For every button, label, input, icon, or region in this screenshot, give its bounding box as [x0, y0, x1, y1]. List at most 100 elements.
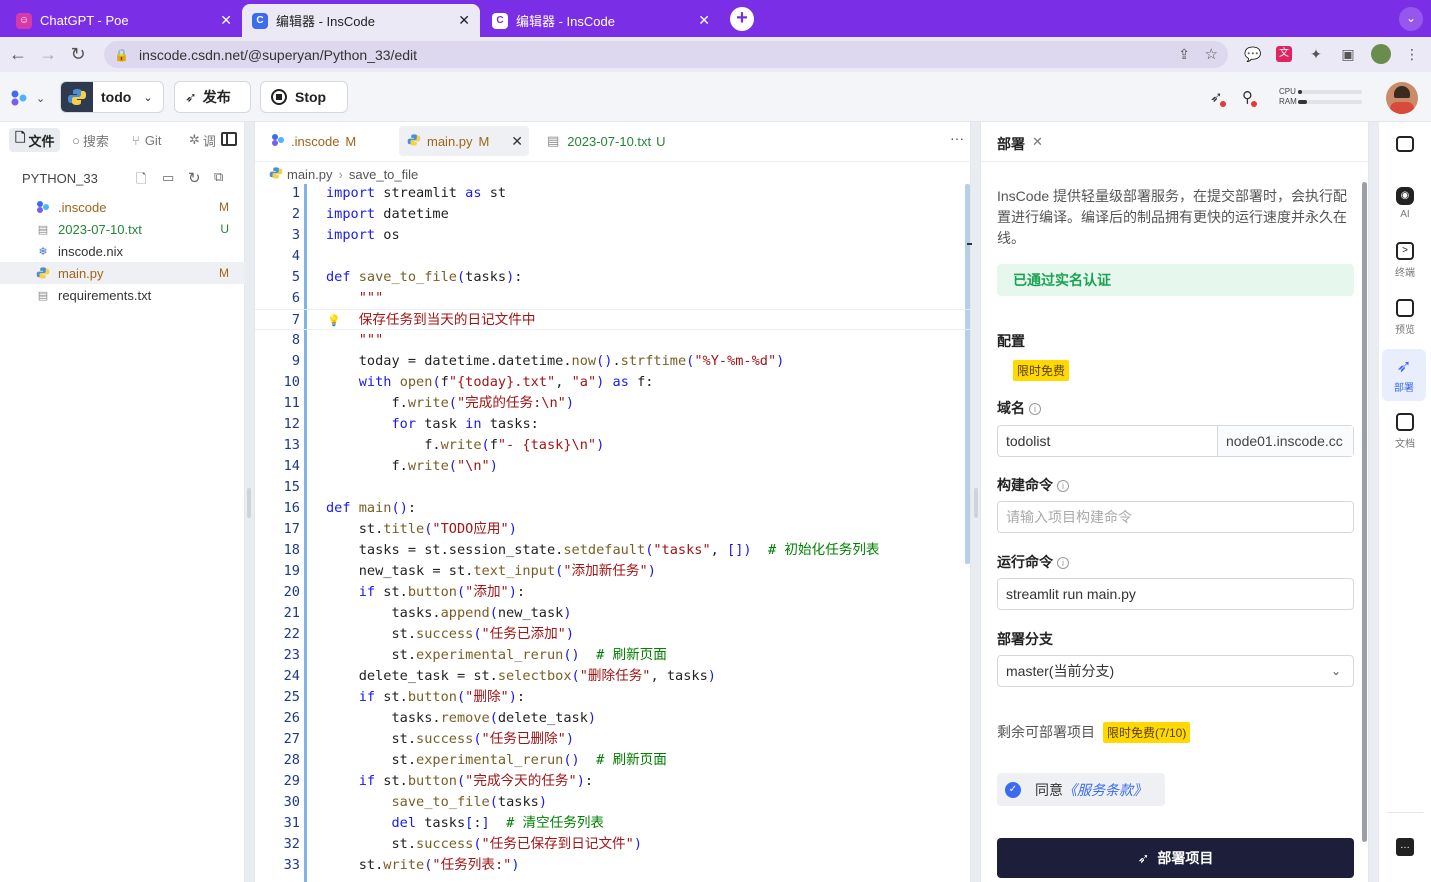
- code-line[interactable]: 2 import datetime: [255, 204, 972, 225]
- file-item-main-py[interactable]: main.py M: [0, 262, 245, 284]
- sidebar-item-terminal[interactable]: > 终端: [1379, 236, 1431, 284]
- code-line[interactable]: 18 tasks = st.session_state.setdefault("…: [255, 540, 972, 561]
- code-line[interactable]: 6 """: [255, 288, 972, 309]
- deploy-project-button[interactable]: ➶ 部署项目: [997, 838, 1354, 878]
- new-file-icon[interactable]: 🗋: [136, 170, 146, 192]
- sidebar-item-ai[interactable]: ◉ AI: [1379, 179, 1431, 227]
- code-line[interactable]: 30 save_to_file(tasks): [255, 792, 972, 813]
- info-icon[interactable]: i: [1057, 557, 1069, 570]
- sidebar-item-docs[interactable]: 文档: [1379, 407, 1431, 455]
- code-line[interactable]: 21 tasks.append(new_task): [255, 603, 972, 624]
- user-avatar[interactable]: [1386, 82, 1418, 114]
- code-line[interactable]: 7 保存任务到当天的日记文件中 💡: [255, 309, 972, 330]
- tab-search-chevron-icon[interactable]: ⌄: [1399, 7, 1423, 31]
- breadcrumb-file[interactable]: main.py: [287, 167, 333, 182]
- code-line[interactable]: 1 import streamlit as st: [255, 183, 972, 204]
- code-line[interactable]: 5 def save_to_file(tasks):: [255, 267, 972, 288]
- code-line[interactable]: 28 st.experimental_rerun() # 刷新页面: [255, 750, 972, 771]
- run-command-input[interactable]: streamlit run main.py: [997, 578, 1354, 610]
- new-folder-icon[interactable]: ▭: [162, 170, 174, 186]
- translate-extension-icon[interactable]: 文: [1276, 46, 1292, 62]
- close-tab-icon[interactable]: ✕: [698, 12, 710, 29]
- editor-tab-txt[interactable]: ▤ 2023-07-10.txt U: [539, 126, 674, 156]
- chat-extension-icon[interactable]: 💬: [1244, 46, 1261, 62]
- toggle-sidebar-icon[interactable]: [221, 132, 237, 146]
- file-item-txt[interactable]: ▤ 2023-07-10.txt U: [0, 218, 245, 240]
- sidebar-item-deploy[interactable]: ➶ 部署: [1382, 349, 1426, 401]
- info-icon[interactable]: i: [1029, 403, 1041, 416]
- address-bar[interactable]: 🔒 inscode.csdn.net/@superyan/Python_33/e…: [104, 41, 1228, 68]
- tab-search[interactable]: ○ 搜索: [72, 128, 109, 152]
- close-tab-icon[interactable]: ✕: [458, 12, 470, 29]
- stop-button[interactable]: Stop: [260, 81, 348, 113]
- lightbulb-icon[interactable]: 💡: [327, 310, 341, 331]
- code-line[interactable]: 10 with open(f"{today}.txt", "a") as f:: [255, 372, 972, 393]
- editor-resize-handle[interactable]: [974, 488, 978, 518]
- toggle-panel-button[interactable]: [1379, 122, 1431, 170]
- code-line[interactable]: 12 for task in tasks:: [255, 414, 972, 435]
- code-line[interactable]: 32 st.success("任务已保存到日记文件"): [255, 834, 972, 855]
- file-item-requirements[interactable]: ▤ requirements.txt: [0, 284, 245, 306]
- feedback-button[interactable]: …: [1379, 825, 1431, 873]
- profile-avatar[interactable]: [1371, 44, 1391, 64]
- code-line[interactable]: 8 """: [255, 330, 972, 351]
- file-item-nix[interactable]: ❄ inscode.nix: [0, 240, 245, 262]
- tab-files[interactable]: 🗋 文件: [9, 128, 61, 152]
- code-line[interactable]: 23 st.experimental_rerun() # 刷新页面: [255, 645, 972, 666]
- close-tab-icon[interactable]: ✕: [220, 12, 232, 29]
- browser-tab-editor-active[interactable]: C 编辑器 - InsCode ✕: [242, 4, 480, 37]
- collapse-all-icon[interactable]: ⧉: [214, 169, 223, 185]
- network-status-icon[interactable]: ⚲: [1242, 88, 1257, 107]
- editor-tab-inscode[interactable]: .inscode M: [263, 126, 364, 156]
- panel-scrollbar[interactable]: [1362, 182, 1367, 842]
- build-command-input[interactable]: 请输入项目构建命令: [997, 501, 1354, 533]
- bookmark-star-icon[interactable]: ☆: [1205, 45, 1218, 63]
- code-line[interactable]: 17 st.title("TODO应用"): [255, 519, 972, 540]
- code-line[interactable]: 15: [255, 477, 972, 498]
- editor-tab-main-py[interactable]: main.py M ✕: [399, 126, 529, 156]
- file-item-inscode[interactable]: .inscode M: [0, 196, 245, 218]
- code-line[interactable]: 24 delete_task = st.selectbox("删除任务", ta…: [255, 666, 972, 687]
- puzzle-extensions-icon[interactable]: ✦: [1308, 46, 1324, 62]
- browser-tab-editor[interactable]: C 编辑器 - InsCode ✕: [482, 4, 720, 37]
- breadcrumb-symbol[interactable]: save_to_file: [349, 167, 418, 182]
- forward-arrow-icon[interactable]: →: [36, 44, 60, 65]
- reload-icon[interactable]: ↻: [66, 44, 90, 65]
- code-line[interactable]: 9 today = datetime.datetime.now().strfti…: [255, 351, 972, 372]
- project-selector[interactable]: todo ⌄: [60, 81, 164, 113]
- deploy-status-rocket-icon[interactable]: ➶: [1210, 88, 1226, 107]
- code-line[interactable]: 4: [255, 246, 972, 267]
- checkbox-checked-icon[interactable]: ✓: [1005, 781, 1021, 798]
- domain-input[interactable]: todolist: [998, 426, 1218, 456]
- branch-select[interactable]: master(当前分支) ⌄: [997, 655, 1354, 687]
- code-line[interactable]: 13 f.write(f"- {task}\n"): [255, 435, 972, 456]
- browser-tab-chatgpt[interactable]: ☺ ChatGPT - Poe ✕: [6, 4, 242, 37]
- back-arrow-icon[interactable]: ←: [6, 44, 30, 65]
- code-line[interactable]: 19 new_task = st.text_input("添加新任务"): [255, 561, 972, 582]
- code-line[interactable]: 22 st.success("任务已添加"): [255, 624, 972, 645]
- code-line[interactable]: 20 if st.button("添加"):: [255, 582, 972, 603]
- code-line[interactable]: 16 def main():: [255, 498, 972, 519]
- code-line[interactable]: 33 st.write("任务列表:"): [255, 855, 972, 876]
- code-line[interactable]: 29 if st.button("完成今天的任务"):: [255, 771, 972, 792]
- code-line[interactable]: 25 if st.button("删除"):: [255, 687, 972, 708]
- code-line[interactable]: 11 f.write("完成的任务:\n"): [255, 393, 972, 414]
- new-tab-button[interactable]: +: [730, 7, 754, 31]
- refresh-icon[interactable]: ↻: [188, 169, 201, 187]
- tab-debug[interactable]: ✲ 调: [189, 128, 216, 152]
- publish-button[interactable]: ➶ 发布: [174, 81, 251, 113]
- more-actions-icon[interactable]: ···: [950, 130, 964, 146]
- tab-git[interactable]: ⑂ Git: [132, 128, 161, 152]
- terms-agreement[interactable]: ✓ 同意 《服务条款》: [997, 773, 1165, 806]
- close-tab-icon[interactable]: ✕: [511, 133, 523, 150]
- inscode-logo-menu[interactable]: ⌄: [10, 88, 52, 108]
- sidebar-item-preview[interactable]: 预览: [1379, 293, 1431, 341]
- explorer-resize-handle[interactable]: [247, 488, 251, 518]
- side-panel-icon[interactable]: ▣: [1340, 46, 1356, 62]
- info-icon[interactable]: i: [1057, 480, 1069, 493]
- browser-menu-icon[interactable]: ⋮: [1404, 46, 1420, 62]
- code-line[interactable]: 26 tasks.remove(delete_task): [255, 708, 972, 729]
- code-line[interactable]: 27 st.success("任务已删除"): [255, 729, 972, 750]
- code-line[interactable]: 14 f.write("\n"): [255, 456, 972, 477]
- share-icon[interactable]: ⇪: [1178, 46, 1190, 63]
